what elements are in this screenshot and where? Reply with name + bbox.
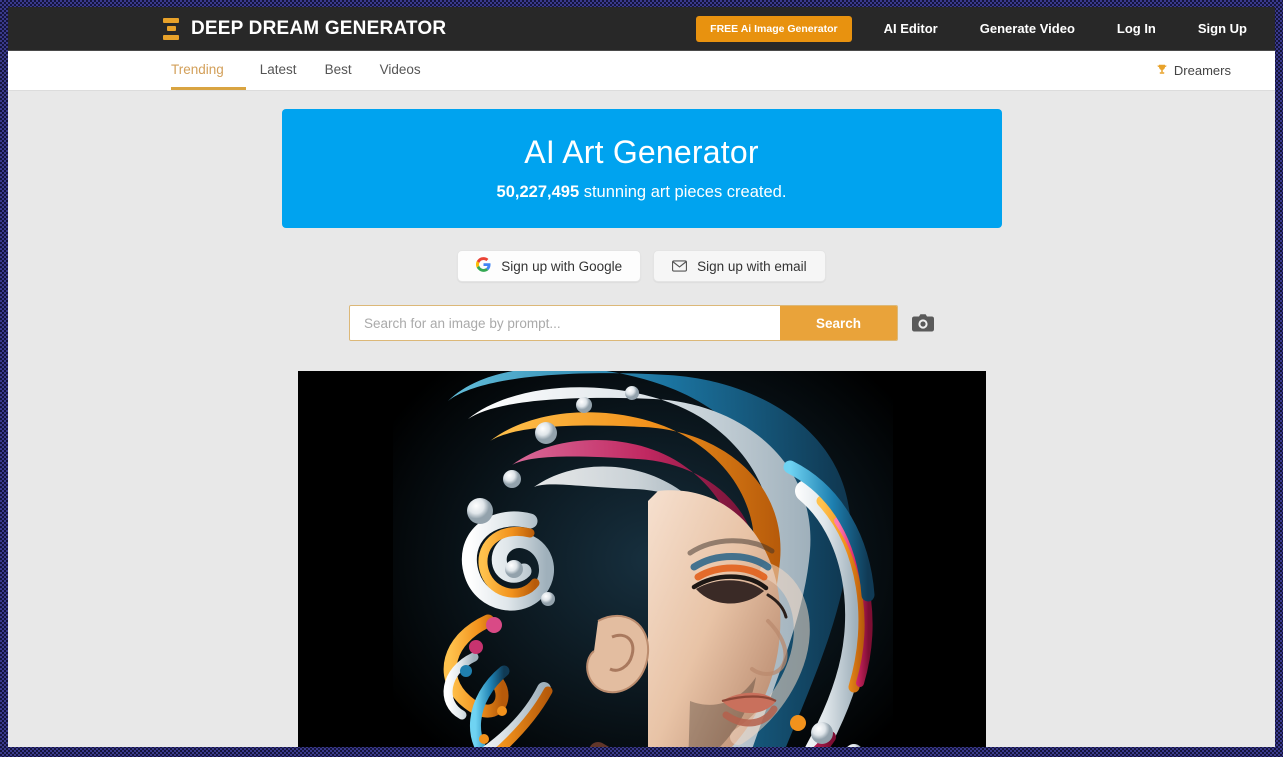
sign-up-with-google-label: Sign up with Google xyxy=(501,258,623,274)
camera-icon xyxy=(912,314,934,336)
brand[interactable]: DEEP DREAM GENERATOR xyxy=(163,17,447,40)
subnav-tabs: Trending Latest Best Videos xyxy=(171,51,435,90)
hourglass-logo-icon xyxy=(163,17,179,40)
hero-subtitle-rest: stunning art pieces created. xyxy=(579,183,787,202)
dreamers-link[interactable]: Dreamers xyxy=(1156,51,1231,90)
top-header: DEEP DREAM GENERATOR FREE Ai Image Gener… xyxy=(8,7,1275,51)
main-content: AI Art Generator 50,227,495 stunning art… xyxy=(8,91,1275,747)
camera-search-button[interactable] xyxy=(912,312,934,334)
tab-best[interactable]: Best xyxy=(311,51,366,90)
envelope-icon xyxy=(672,260,688,273)
google-g-icon xyxy=(476,257,491,275)
sign-up-with-google-button[interactable]: Sign up with Google xyxy=(457,250,642,283)
brand-title: DEEP DREAM GENERATOR xyxy=(191,17,447,39)
trophy-icon xyxy=(1156,64,1168,78)
nav-link-generate-video[interactable]: Generate Video xyxy=(980,15,1075,42)
tab-trending[interactable]: Trending xyxy=(171,51,246,90)
hero-banner: AI Art Generator 50,227,495 stunning art… xyxy=(281,109,1002,229)
page-title: AI Art Generator xyxy=(524,134,759,170)
dreamers-label: Dreamers xyxy=(1173,63,1231,78)
hero-subtitle: 50,227,495 stunning art pieces created. xyxy=(302,183,982,202)
header-nav: FREE Ai Image Generator AI Editor Genera… xyxy=(696,15,1247,42)
search-bar: Search xyxy=(349,305,898,342)
featured-artwork-image xyxy=(297,371,986,747)
nav-link-sign-up[interactable]: Sign Up xyxy=(1198,15,1247,42)
sub-navigation: Trending Latest Best Videos Dreamers xyxy=(8,51,1275,91)
search-button[interactable]: Search xyxy=(780,306,897,341)
tab-videos[interactable]: Videos xyxy=(366,51,435,90)
nav-link-ai-editor[interactable]: AI Editor xyxy=(884,15,938,42)
sign-up-with-email-button[interactable]: Sign up with email xyxy=(653,250,826,283)
viewport-frame: DEEP DREAM GENERATOR FREE Ai Image Gener… xyxy=(0,0,1283,757)
art-pieces-count: 50,227,495 xyxy=(496,183,580,202)
search-input[interactable] xyxy=(350,306,780,341)
featured-artwork[interactable] xyxy=(297,371,986,747)
signup-row: Sign up with Google Sign up with email xyxy=(457,250,826,283)
free-ai-image-generator-button[interactable]: FREE Ai Image Generator xyxy=(696,15,852,42)
search-row: Search xyxy=(349,305,934,342)
tab-latest[interactable]: Latest xyxy=(246,51,311,90)
page-root: DEEP DREAM GENERATOR FREE Ai Image Gener… xyxy=(8,7,1275,747)
nav-link-log-in[interactable]: Log In xyxy=(1117,15,1156,42)
sign-up-with-email-label: Sign up with email xyxy=(697,258,807,274)
